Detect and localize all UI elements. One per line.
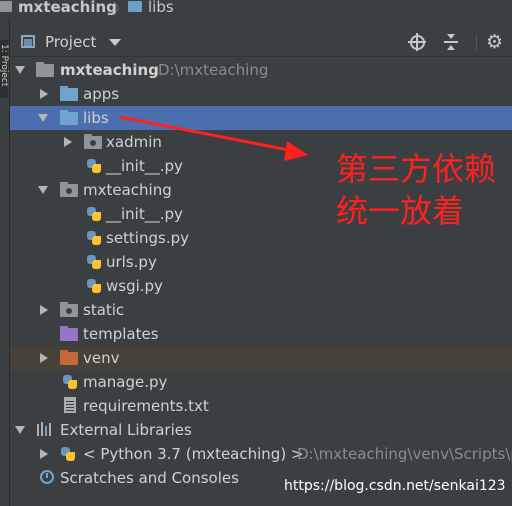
annotation-line-2: 统一放着 <box>336 192 465 230</box>
annotation-text: 第三方依赖 统一放着 <box>336 148 496 232</box>
watermark: https://blog.csdn.net/senkai123 <box>284 478 506 494</box>
annotation-arrow-head <box>284 141 308 161</box>
annotation-arrow <box>119 115 308 161</box>
annotation-line-1: 第三方依赖 <box>336 150 497 188</box>
annotation-arrow-line <box>119 115 295 153</box>
